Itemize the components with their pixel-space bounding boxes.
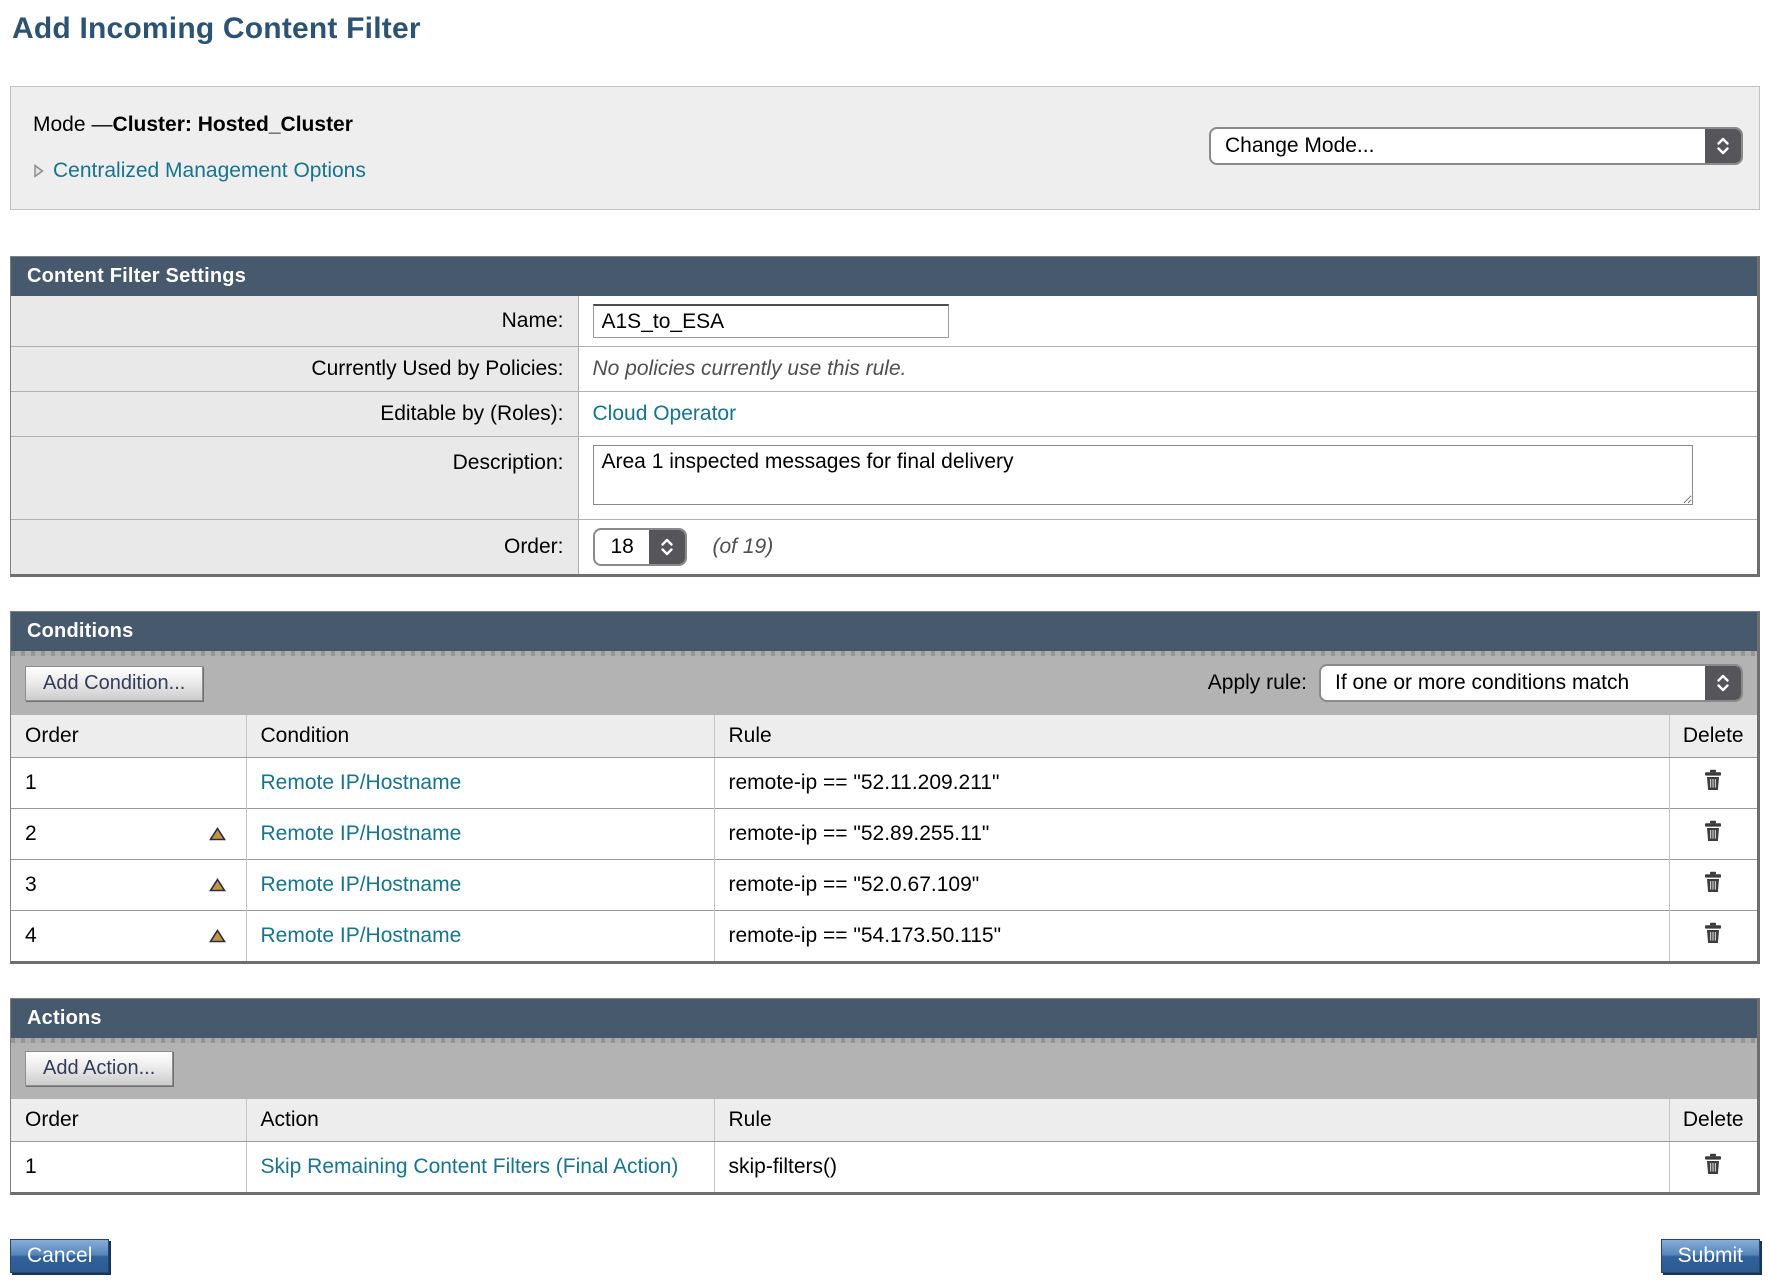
table-row: 3 Remote IP/Hostname remote-ip == "52.0.… xyxy=(11,860,1757,911)
rule-text: remote-ip == "52.89.255.11" xyxy=(729,822,990,845)
col-rule: Rule xyxy=(714,1099,1669,1142)
mode-dash: — xyxy=(92,113,113,136)
apply-rule-selected-value: If one or more conditions match xyxy=(1321,666,1705,700)
row-order: 3 xyxy=(25,873,37,896)
conditions-header: Conditions xyxy=(11,612,1757,651)
settings-row-policies: Currently Used by Policies: No policies … xyxy=(11,347,1757,392)
apply-rule-control: Apply rule: If one or more conditions ma… xyxy=(1208,664,1743,702)
trash-icon[interactable] xyxy=(1703,871,1723,893)
condition-link[interactable]: Remote IP/Hostname xyxy=(261,771,462,794)
condition-link[interactable]: Remote IP/Hostname xyxy=(261,873,462,896)
col-order: Order xyxy=(11,715,246,758)
conditions-table: Order Condition Rule Delete 1 Remote IP/… xyxy=(11,715,1757,961)
submit-button[interactable]: Submit xyxy=(1661,1239,1760,1273)
name-label: Name: xyxy=(11,296,578,347)
mode-box: Mode —Cluster: Hosted_Cluster Change Mode… xyxy=(10,86,1760,210)
row-order: 1 xyxy=(25,771,37,794)
conditions-header-row: Order Condition Rule Delete xyxy=(11,715,1757,758)
select-stepper-icon xyxy=(1705,129,1741,163)
apply-rule-label: Apply rule: xyxy=(1208,671,1307,695)
page-title: Add Incoming Content Filter xyxy=(12,12,1760,46)
spacer xyxy=(10,210,1760,256)
order-selected-value: 18 xyxy=(595,530,649,564)
rule-text: remote-ip == "54.173.50.115" xyxy=(729,924,1002,947)
trash-icon[interactable] xyxy=(1703,1153,1723,1175)
footer: Cancel Submit xyxy=(10,1239,1760,1279)
row-order: 1 xyxy=(25,1155,37,1178)
condition-link[interactable]: Remote IP/Hostname xyxy=(261,924,462,947)
policies-label: Currently Used by Policies: xyxy=(11,347,578,392)
trash-icon[interactable] xyxy=(1703,769,1723,791)
trash-icon[interactable] xyxy=(1703,922,1723,944)
rule-text: remote-ip == "52.11.209.211" xyxy=(729,771,1000,794)
sort-up-icon[interactable] xyxy=(209,878,226,892)
col-action: Action xyxy=(246,1099,714,1142)
page: Add Incoming Content Filter Mode —Cluster… xyxy=(0,0,1770,1279)
trash-icon[interactable] xyxy=(1703,820,1723,842)
col-order: Order xyxy=(11,1099,246,1142)
disclosure-triangle-icon[interactable] xyxy=(33,163,44,179)
centralized-management-options-link[interactable]: Centralized Management Options xyxy=(53,159,366,183)
sort-up-icon[interactable] xyxy=(209,929,226,943)
description-textarea[interactable]: Area 1 inspected messages for final deli… xyxy=(593,445,1693,505)
order-label: Order: xyxy=(11,520,578,575)
rule-text: skip-filters() xyxy=(729,1155,838,1178)
col-condition: Condition xyxy=(246,715,714,758)
settings-row-name: Name: xyxy=(11,296,1757,347)
table-row: 2 Remote IP/Hostname remote-ip == "52.89… xyxy=(11,809,1757,860)
sort-up-icon[interactable] xyxy=(209,827,226,841)
change-mode-selected-value: Change Mode... xyxy=(1211,129,1705,163)
editable-roles-label: Editable by (Roles): xyxy=(11,392,578,437)
change-mode-select[interactable]: Change Mode... xyxy=(1209,127,1743,165)
col-rule: Rule xyxy=(714,715,1669,758)
row-order: 2 xyxy=(25,822,37,845)
condition-link[interactable]: Remote IP/Hostname xyxy=(261,822,462,845)
add-action-button[interactable]: Add Action... xyxy=(25,1051,173,1086)
col-delete: Delete xyxy=(1669,715,1757,758)
mode-value: Cluster: Hosted_Cluster xyxy=(113,113,353,136)
settings-row-description: Description: Area 1 inspected messages f… xyxy=(11,437,1757,520)
mode-label: Mode xyxy=(33,113,86,136)
actions-header-row: Order Action Rule Delete xyxy=(11,1099,1757,1142)
conditions-toolbar: Add Condition... Apply rule: If one or m… xyxy=(11,651,1757,715)
settings-table: Name: Currently Used by Policies: No pol… xyxy=(11,296,1757,574)
actions-table: Order Action Rule Delete 1 Skip Remainin… xyxy=(11,1099,1757,1192)
description-label: Description: xyxy=(11,437,578,520)
order-control: 18 (of 19) xyxy=(593,528,1734,566)
table-row: 4 Remote IP/Hostname remote-ip == "54.17… xyxy=(11,911,1757,962)
settings-row-order: Order: 18 (of 19) xyxy=(11,520,1757,575)
table-row: 1 Skip Remaining Content Filters (Final … xyxy=(11,1142,1757,1193)
select-stepper-icon xyxy=(649,530,685,564)
actions-header: Actions xyxy=(11,999,1757,1038)
order-select[interactable]: 18 xyxy=(593,528,687,566)
policies-value: No policies currently use this rule. xyxy=(593,357,907,380)
conditions-section: Conditions Add Condition... Apply rule: … xyxy=(10,611,1760,964)
add-condition-button[interactable]: Add Condition... xyxy=(25,666,203,701)
row-order: 4 xyxy=(25,924,37,947)
name-input[interactable] xyxy=(593,304,949,338)
cloud-operator-link[interactable]: Cloud Operator xyxy=(593,402,737,425)
rule-text: remote-ip == "52.0.67.109" xyxy=(729,873,980,896)
col-delete: Delete xyxy=(1669,1099,1757,1142)
action-link[interactable]: Skip Remaining Content Filters (Final Ac… xyxy=(261,1154,679,1180)
table-row: 1 Remote IP/Hostname remote-ip == "52.11… xyxy=(11,758,1757,809)
cancel-button[interactable]: Cancel xyxy=(10,1239,109,1273)
select-stepper-icon xyxy=(1705,666,1741,700)
order-total: (of 19) xyxy=(713,535,774,559)
apply-rule-select[interactable]: If one or more conditions match xyxy=(1319,664,1743,702)
actions-toolbar: Add Action... xyxy=(11,1038,1757,1099)
actions-section: Actions Add Action... Order Action Rule … xyxy=(10,998,1760,1195)
settings-row-editable: Editable by (Roles): Cloud Operator xyxy=(11,392,1757,437)
content-filter-settings-header: Content Filter Settings xyxy=(11,257,1757,296)
content-filter-settings-section: Content Filter Settings Name: Currently … xyxy=(10,256,1760,577)
